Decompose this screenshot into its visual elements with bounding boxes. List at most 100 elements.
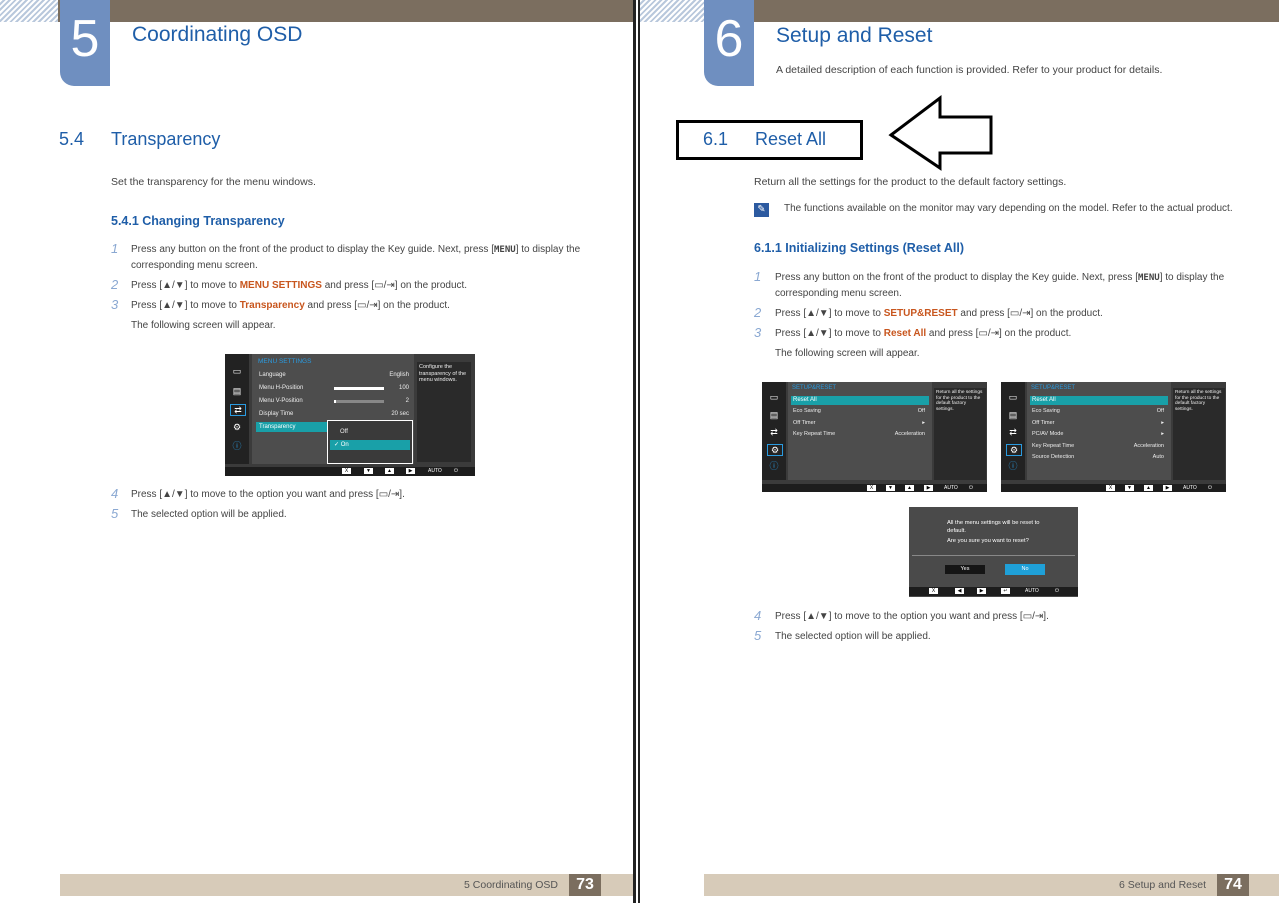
- step-number: 2: [111, 277, 119, 292]
- subsection-title: 6.1.1 Initializing Settings (Reset All): [754, 241, 964, 255]
- step-number: 5: [111, 506, 119, 521]
- power-icon: ⏻: [969, 485, 973, 491]
- osd-row: PC/AV Mode ▸: [1032, 431, 1164, 437]
- step-number: 3: [111, 297, 119, 312]
- step-number: 2: [754, 305, 762, 320]
- page-number: 74: [1217, 874, 1249, 896]
- step-3-text: Press [▲/▼] to move to Reset All and pre…: [775, 328, 1072, 339]
- step-number: 4: [754, 608, 762, 623]
- chapter-number-tab: 5: [60, 0, 110, 86]
- step-number: 3: [754, 325, 762, 340]
- h-position-slider: [334, 387, 384, 390]
- dialog-question: Are you sure you want to reset?: [947, 538, 1029, 544]
- info-icon: ⓘ: [769, 461, 779, 471]
- step-2-text: Press [▲/▼] to move to MENU SETTINGS and…: [131, 280, 468, 291]
- osd-key-guide-bar: X ◀ ▶ ↵ AUTO ⏻: [909, 587, 1078, 596]
- dialog-message: All the menu settings will be reset to d…: [947, 520, 1040, 534]
- section-number: 6.1: [703, 129, 729, 149]
- osd-menu-title: MENU SETTINGS: [258, 358, 312, 365]
- step-4-text: Press [▲/▼] to move to the option you wa…: [775, 611, 1049, 622]
- chapter-intro: A detailed description of each function …: [776, 64, 1163, 76]
- step-1-text: Press any button on the front of the pro…: [131, 244, 581, 271]
- transparency-dropdown: Off ✓ On: [327, 420, 413, 464]
- osd-row: Menu H-Position 100: [259, 385, 409, 391]
- step-5-text: The selected option will be applied.: [775, 631, 931, 642]
- page-74: 6 Setup and Reset A detailed description…: [638, 0, 1279, 903]
- page-footer: 5 Coordinating OSD 73: [60, 874, 633, 896]
- section-title: Reset All: [755, 129, 827, 149]
- chapter-number-tab: 6: [704, 0, 754, 86]
- note-icon: ✎: [754, 203, 769, 217]
- step-number: 1: [754, 269, 762, 284]
- osd-row: Language English: [259, 372, 409, 378]
- step-number: 4: [111, 486, 119, 501]
- chapter-title: Coordinating OSD: [132, 23, 303, 46]
- up-key-icon: ▲: [905, 485, 914, 491]
- info-icon: ⓘ: [232, 441, 242, 451]
- osd-menu-title: SETUP&RESET: [1031, 385, 1076, 391]
- osd-row-selected: Transparency: [256, 422, 329, 432]
- osd-row: Source Detection Auto: [1032, 454, 1164, 460]
- dialog-no-button[interactable]: No: [1005, 564, 1045, 575]
- step-1-text: Press any button on the front of the pro…: [775, 272, 1225, 299]
- screen-icon: ▤: [232, 386, 242, 396]
- osd-row: Off Timer ▸: [1032, 420, 1164, 426]
- osd-icon-column: ▭ ▤ ⇄ ⚙ ⓘ: [1001, 382, 1025, 480]
- enter-key-icon: ↵: [1001, 588, 1010, 594]
- osd-menu-panel: SETUP&RESET Reset All Eco Saving Off Off …: [1027, 382, 1171, 480]
- section-number: 5.4: [59, 129, 85, 149]
- gear-icon: ⚙: [1006, 444, 1022, 456]
- step-number: 5: [754, 628, 762, 643]
- chapter-title: Setup and Reset: [776, 24, 933, 47]
- dropdown-option: Off: [340, 429, 348, 435]
- osd-setup-reset-screenshot-a: ▭ ▤ ⇄ ⚙ ⓘ SETUP&RESET Reset All Eco Savi…: [762, 382, 987, 492]
- page-73: 5 Coordinating OSD 5.4 Transparency Set …: [0, 0, 636, 903]
- left-key-icon: ◀: [955, 588, 964, 594]
- left-arrow-icon: [888, 94, 993, 171]
- auto-key-label: AUTO: [944, 485, 958, 491]
- osd-setup-reset-screenshot-b: ▭ ▤ ⇄ ⚙ ⓘ SETUP&RESET Reset All Eco Savi…: [1001, 382, 1226, 492]
- enter-key-icon: ▶: [924, 485, 933, 491]
- footer-chapter-label: 6 Setup and Reset: [1119, 879, 1206, 891]
- power-icon: ⏻: [1055, 588, 1059, 594]
- picture-icon: ▭: [769, 392, 779, 402]
- section-intro: Set the transparency for the menu window…: [111, 176, 316, 188]
- up-key-icon: ▲: [385, 468, 394, 474]
- osd-menu-settings-screenshot: ▭ ▤ ⇄ ⚙ ⓘ MENU SETTINGS Language English …: [225, 354, 475, 476]
- enter-key-icon: ▶: [406, 468, 415, 474]
- down-key-icon: ▼: [886, 485, 895, 491]
- dropdown-option-selected: ✓ On: [330, 440, 410, 450]
- close-key-icon: X: [867, 485, 876, 491]
- v-position-slider: [334, 400, 384, 403]
- auto-key-label: AUTO: [1183, 485, 1197, 491]
- up-key-icon: ▲: [1144, 485, 1153, 491]
- osd-row: Eco Saving Off: [1032, 408, 1164, 414]
- osd-icon-column: ▭ ▤ ⇄ ⚙ ⓘ: [762, 382, 786, 480]
- section-intro: Return all the settings for the product …: [754, 176, 1067, 188]
- close-key-icon: X: [1106, 485, 1115, 491]
- menu-settings-icon: ⇄: [1009, 427, 1017, 437]
- gear-icon: ⚙: [232, 422, 242, 432]
- screen-icon: ▤: [769, 410, 779, 420]
- step-3-text: Press [▲/▼] to move to Transparency and …: [131, 300, 450, 311]
- reset-confirm-dialog-screenshot: All the menu settings will be reset to d…: [909, 507, 1078, 597]
- hatch-decoration: [0, 0, 58, 22]
- osd-menu-panel: SETUP&RESET Reset All Eco Saving Off Off …: [788, 382, 932, 480]
- gear-icon: ⚙: [767, 444, 783, 456]
- note-text: The functions available on the monitor m…: [784, 203, 1233, 214]
- osd-key-guide-bar: X ▼ ▲ ▶ AUTO ⏻: [762, 484, 987, 492]
- osd-help-text: Configure the transparency of the menu w…: [417, 362, 471, 462]
- osd-row: Key Repeat Time Acceleration: [1032, 443, 1164, 449]
- right-key-icon: ▶: [977, 588, 986, 594]
- osd-row: Display Time 20 sec: [259, 411, 409, 417]
- info-icon: ⓘ: [1008, 461, 1018, 471]
- step-screen-note: The following screen will appear.: [131, 320, 276, 331]
- osd-menu-title: SETUP&RESET: [792, 385, 837, 391]
- step-number: 1: [111, 241, 119, 256]
- dialog-yes-button[interactable]: Yes: [945, 565, 985, 574]
- screen-icon: ▤: [1008, 410, 1018, 420]
- osd-key-guide-bar: X ▼ ▲ ▶ AUTO ⏻: [225, 467, 475, 476]
- down-key-icon: ▼: [364, 468, 373, 474]
- close-key-icon: X: [929, 588, 938, 594]
- osd-row: Menu V-Position 2: [259, 398, 409, 404]
